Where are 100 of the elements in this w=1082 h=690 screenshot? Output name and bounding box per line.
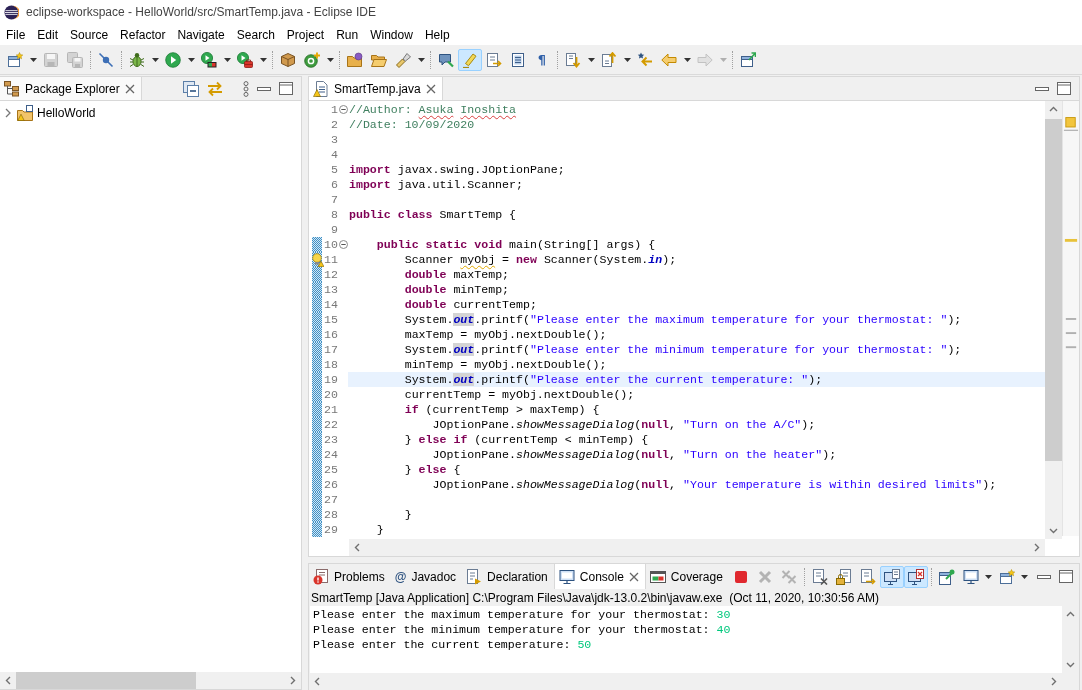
view-tab[interactable]: Coverage [645, 564, 729, 589]
line-number: 23 [324, 432, 338, 447]
code-line: //Date: 10/09/2020 [349, 118, 475, 131]
minus-circle-icon[interactable] [338, 240, 348, 249]
code-line: double minTemp; [404, 283, 510, 296]
view-tab[interactable]: Console [553, 564, 646, 589]
minimize-icon[interactable] [1036, 574, 1051, 579]
line-number: 7 [331, 192, 338, 207]
chevron-left-icon[interactable] [5, 676, 11, 685]
kebab-menu-icon[interactable] [243, 80, 249, 97]
line-number: 14 [324, 297, 338, 312]
chevron-down-icon[interactable] [1066, 662, 1075, 668]
console-line: Please enter the maximum temperature for your thermostat: 30 [313, 608, 731, 621]
chevron-right-icon[interactable] [5, 108, 11, 118]
scrollbar[interactable] [1045, 101, 1062, 539]
editor-tab[interactable]: SmartTemp.java [309, 77, 443, 100]
line-number: 27 [324, 492, 338, 507]
code-line: Scanner myObj = new Scanner(System.in); [404, 253, 677, 266]
line-number: 21 [324, 402, 338, 417]
code-line: } [404, 508, 412, 521]
code-line: public static void main(String[] args) { [376, 238, 656, 251]
code-line: //Author: Asuka Inoshita [349, 103, 517, 116]
minimize-icon[interactable] [1035, 86, 1049, 91]
process-label: SmartTemp [Java Application] C:\Program Files\Java\jdk-13.0.2\bin\javaw.exe (Oct 11, 2020, 10:30:56 AM) [311, 590, 880, 605]
maximize-icon[interactable] [1058, 570, 1073, 583]
view-tab[interactable]: Package Explorer [0, 77, 142, 100]
line-number: 15 [324, 312, 338, 327]
maximize-icon[interactable] [1057, 82, 1071, 95]
line-number: 25 [324, 462, 338, 477]
scrollbar[interactable] [0, 672, 301, 689]
view-tab[interactable]: Problems [309, 564, 391, 589]
chevron-up-icon[interactable] [1049, 106, 1058, 112]
scrollbar-thumb[interactable] [16, 672, 196, 689]
chevron-left-icon[interactable] [354, 543, 360, 552]
chevron-right-icon[interactable] [1034, 543, 1040, 552]
code-line: public class SmartTemp { [349, 208, 516, 221]
chevron-left-icon[interactable] [314, 677, 320, 686]
line-number: 22 [324, 417, 338, 432]
caret-down-icon [151, 57, 159, 62]
close-icon[interactable] [124, 83, 135, 94]
tree-item[interactable]: HelloWorld [0, 103, 99, 123]
caret-down-icon [326, 57, 334, 62]
line-number: 20 [324, 387, 338, 402]
chevron-down-icon[interactable] [1049, 528, 1058, 534]
menu-item[interactable]: Navigate [171, 25, 231, 44]
line-number: 10 [324, 237, 338, 252]
caret-down-icon [683, 57, 691, 62]
chevron-up-icon[interactable] [1066, 611, 1075, 617]
scrollbar[interactable] [349, 539, 1045, 556]
view-tab[interactable]: @ Javadoc [390, 564, 463, 589]
package-tree-icon [4, 80, 20, 97]
menu-item[interactable]: File [0, 25, 32, 44]
code-line: System.out.printf("Please enter the maximum temperature for your thermostat: "); [404, 313, 962, 326]
monitor-icon [558, 568, 575, 585]
menu-item[interactable]: Search [230, 25, 281, 44]
line-number: 6 [331, 177, 338, 192]
caret-down-icon [29, 57, 37, 62]
maximize-icon[interactable] [279, 82, 293, 95]
caret-down-icon [587, 57, 595, 62]
chevron-right-icon[interactable] [290, 676, 296, 685]
menu-item[interactable]: Refactor [114, 25, 172, 44]
code-line: } [376, 523, 384, 536]
at-sign-icon: @ [394, 569, 407, 584]
toolbar-button[interactable]: ¶ [530, 48, 554, 71]
line-number: 12 [324, 267, 338, 282]
code-line: import javax.swing.JOptionPane; [349, 163, 565, 176]
code-line: minTemp = myObj.nextDouble(); [404, 358, 607, 371]
bar-window-icon [649, 568, 666, 585]
close-icon[interactable] [628, 571, 639, 582]
line-number: 18 [324, 357, 338, 372]
collapse-all-icon[interactable] [183, 80, 199, 97]
caret-down-icon [1021, 574, 1029, 579]
line-number: 17 [324, 342, 338, 357]
app-logo-icon [4, 4, 19, 20]
code-line: System.out.printf("Please enter the minimum temperature for your thermostat: "); [404, 343, 962, 356]
menu-item[interactable]: Help [418, 25, 456, 44]
code-line: System.out.printf("Please enter the current temperature: "); [404, 373, 823, 386]
chevron-right-icon[interactable] [1051, 677, 1057, 686]
caret-down-icon [187, 57, 195, 62]
view-tab[interactable]: Declaration [462, 564, 554, 589]
line-number: 9 [331, 222, 338, 237]
line-number: 16 [324, 327, 338, 342]
console-line: Please enter the minimum temperature for your thermostat: 40 [313, 623, 731, 636]
code-line: import java.util.Scanner; [349, 178, 523, 191]
menu-item[interactable]: Source [64, 25, 115, 44]
menu-item[interactable]: Project [280, 25, 331, 44]
project-folder-icon [17, 105, 33, 121]
line-number: 11 [324, 252, 338, 267]
menu-item[interactable]: Run [330, 25, 365, 44]
close-icon[interactable] [425, 83, 436, 94]
scrollbar-thumb[interactable] [1045, 119, 1062, 461]
code-line: } else if (currentTemp < minTemp) { [404, 433, 649, 446]
menu-item[interactable]: Window [364, 25, 419, 44]
caret-down-icon [417, 57, 425, 62]
document-arrow-icon [466, 568, 483, 585]
line-number: 1 [331, 102, 338, 117]
minimize-icon[interactable] [257, 86, 271, 91]
window-title: eclipse-workspace - HelloWorld/src/SmartTemp.java - Eclipse IDE [26, 5, 376, 19]
menu-item[interactable]: Edit [31, 25, 65, 44]
minus-circle-icon[interactable] [338, 105, 348, 114]
